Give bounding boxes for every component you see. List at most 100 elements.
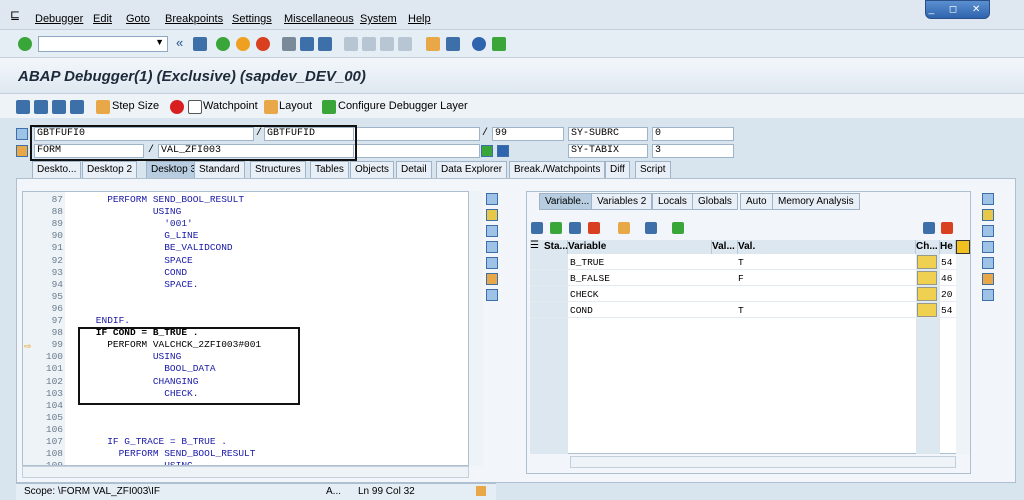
new-session-icon[interactable] — [426, 37, 440, 51]
tab-structures[interactable]: Structures — [250, 161, 306, 178]
new-tool-icon[interactable] — [486, 209, 498, 221]
prev-page-icon[interactable] — [362, 37, 376, 51]
save-icon[interactable] — [193, 37, 207, 51]
col-value-type[interactable]: Val... — [712, 240, 738, 254]
layout-button[interactable]: Layout — [279, 100, 312, 112]
menu-settings[interactable]: Settings — [232, 13, 272, 25]
exit-icon[interactable] — [236, 37, 250, 51]
var-vertical-scrollbar[interactable] — [956, 254, 970, 454]
tab-variables-1[interactable]: Variable... — [539, 193, 596, 210]
shortcut-icon[interactable] — [446, 37, 460, 51]
tab-locals[interactable]: Locals — [652, 193, 693, 210]
continue-icon[interactable] — [70, 100, 84, 114]
tree-var-icon[interactable] — [982, 289, 994, 301]
tab-desktop-3[interactable]: Desktop 3 — [146, 161, 202, 178]
code-line[interactable]: SPACE. — [73, 279, 198, 290]
table-row[interactable]: CHECK 20 — [530, 286, 970, 302]
sort-icon[interactable] — [618, 222, 630, 234]
tab-diff[interactable]: Diff — [605, 161, 630, 178]
delete-icon[interactable] — [531, 222, 543, 234]
copy-icon[interactable] — [569, 222, 581, 234]
new-var-tool-icon[interactable] — [982, 209, 994, 221]
code-line[interactable]: PERFORM SEND_BOOL_RESULT — [73, 448, 256, 459]
code-vertical-scrollbar[interactable] — [469, 191, 483, 466]
edit-pencil-icon[interactable] — [917, 255, 937, 269]
layout-menu-icon[interactable] — [492, 37, 506, 51]
tab-data-explorer[interactable]: Data Explorer — [436, 161, 508, 178]
tab-tables[interactable]: Tables — [310, 161, 349, 178]
back-icon[interactable] — [216, 37, 230, 51]
back-double-icon[interactable]: « — [176, 36, 190, 50]
close-tool-icon[interactable] — [486, 193, 498, 205]
table-row[interactable]: COND T 54 — [530, 302, 970, 318]
system-menu-icon[interactable]: ⊑ — [10, 8, 20, 22]
menu-system[interactable]: System — [360, 13, 397, 25]
source-icon[interactable] — [481, 145, 493, 157]
execute-icon[interactable] — [34, 100, 48, 114]
code-horizontal-scrollbar[interactable] — [22, 466, 469, 478]
table-settings-icon[interactable]: ☰ — [530, 240, 544, 254]
code-line[interactable]: '001' — [73, 218, 193, 229]
command-field[interactable]: ▼ — [38, 36, 168, 52]
replace-tool-icon[interactable] — [486, 225, 498, 237]
close-var-tool-icon[interactable] — [982, 193, 994, 205]
find-icon[interactable] — [300, 37, 314, 51]
help-icon[interactable] — [472, 37, 486, 51]
code-line[interactable]: ENDIF. — [73, 315, 130, 326]
tree-icon[interactable] — [486, 289, 498, 301]
code-line[interactable]: IF G_TRACE = B_TRUE . — [73, 436, 227, 447]
swap-icon[interactable] — [486, 257, 498, 269]
return-icon[interactable] — [52, 100, 66, 114]
find-next-icon[interactable] — [318, 37, 332, 51]
services-var-icon[interactable] — [982, 273, 994, 285]
navigate-icon[interactable] — [645, 222, 657, 234]
menu-breakpoints[interactable]: Breakpoints — [165, 13, 223, 25]
tab-script[interactable]: Script — [635, 161, 671, 178]
edit-pencil-icon[interactable] — [917, 303, 937, 317]
table-row[interactable]: B_TRUE T 54 — [530, 254, 970, 270]
menu-goto[interactable]: Goto — [126, 13, 150, 25]
tab-desktop-2[interactable]: Desktop 2 — [82, 161, 138, 178]
insert-icon[interactable] — [550, 222, 562, 234]
column-layout-icon[interactable] — [956, 240, 970, 254]
enter-icon[interactable] — [18, 37, 32, 51]
edit-pencil-icon[interactable] — [917, 271, 937, 285]
maximize-var-icon[interactable] — [982, 241, 994, 253]
step-size-button[interactable]: Step Size — [112, 100, 159, 112]
chevron-down-icon[interactable]: ▼ — [155, 37, 164, 47]
col-hex[interactable]: He — [940, 240, 956, 254]
code-line[interactable]: G_LINE — [73, 230, 198, 241]
tab-break-watchpoints[interactable]: Break./Watchpoints — [509, 161, 606, 178]
maximize-icon[interactable] — [486, 241, 498, 253]
tab-memory-analysis[interactable]: Memory Analysis — [772, 193, 860, 210]
configure-icon[interactable] — [941, 222, 953, 234]
last-page-icon[interactable] — [398, 37, 412, 51]
var-horizontal-scrollbar[interactable] — [570, 456, 956, 468]
menu-debugger[interactable]: Debugger — [35, 13, 83, 25]
cancel-icon[interactable] — [256, 37, 270, 51]
configure-debugger-layer-button[interactable]: Configure Debugger Layer — [338, 100, 468, 112]
clear-icon[interactable] — [588, 222, 600, 234]
tab-auto[interactable]: Auto — [740, 193, 773, 210]
col-value[interactable]: Val. — [738, 240, 916, 254]
tab-variables-2[interactable]: Variables 2 — [591, 193, 653, 210]
services-icon[interactable] — [486, 273, 498, 285]
replace-var-tool-icon[interactable] — [982, 225, 994, 237]
code-line[interactable]: COND — [73, 267, 187, 278]
window-controls[interactable]: _ ◻ ✕ — [925, 0, 990, 19]
col-change[interactable]: Ch... — [916, 240, 940, 254]
next-page-icon[interactable] — [380, 37, 394, 51]
col-variable[interactable]: Variable — [568, 240, 712, 254]
menu-edit[interactable]: Edit — [93, 13, 112, 25]
info-icon[interactable] — [497, 145, 509, 157]
first-page-icon[interactable] — [344, 37, 358, 51]
menu-miscellaneous[interactable]: Miscellaneous — [284, 13, 354, 25]
code-line[interactable]: SPACE — [73, 255, 193, 266]
line-field[interactable]: 99 — [492, 127, 564, 141]
code-line[interactable]: PERFORM SEND_BOOL_RESULT — [73, 194, 244, 205]
code-line[interactable]: USING — [73, 206, 182, 217]
tab-globals[interactable]: Globals — [692, 193, 738, 210]
table-row[interactable]: B_FALSE F 46 — [530, 270, 970, 286]
save-variables-icon[interactable] — [923, 222, 935, 234]
swap-var-icon[interactable] — [982, 257, 994, 269]
